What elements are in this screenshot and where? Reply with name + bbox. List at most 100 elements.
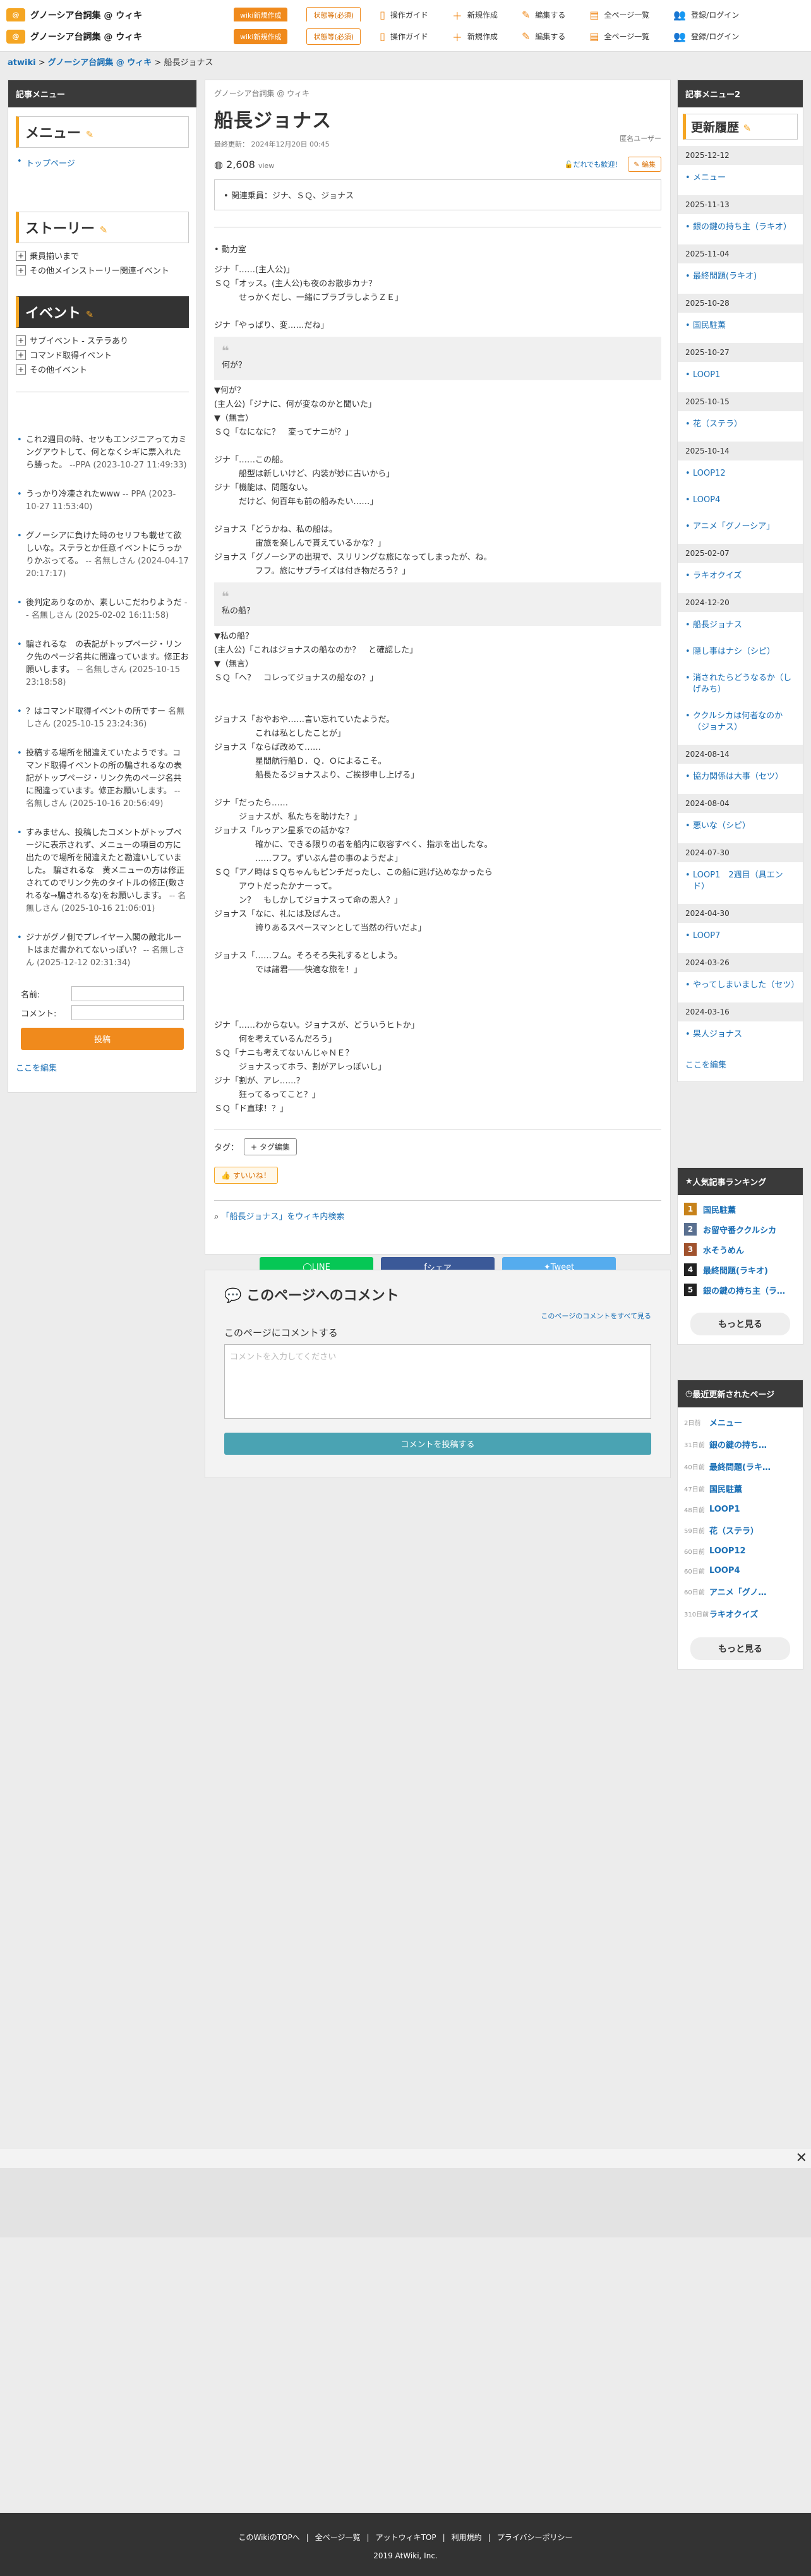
login-link[interactable]: 👥 登録/ログイン (673, 30, 739, 42)
history-date: 2025-10-28 (678, 294, 803, 313)
history-date: 2024-03-16 (678, 1002, 803, 1021)
expand-icon[interactable]: + (16, 335, 26, 346)
all-pages-link[interactable]: ▤ 全ページ一覧 (589, 30, 649, 42)
close-icon[interactable]: ✕ (796, 2150, 807, 2166)
story-item[interactable]: + その他メインストーリー関連イベント (16, 264, 189, 276)
event-heading: イベント ✎ (16, 296, 189, 328)
right-edit-link[interactable]: ここを編集 (685, 1058, 795, 1070)
recent-item[interactable]: 47日前 国民駐薫 (678, 1478, 803, 1500)
history-entry[interactable]: アニメ「グノーシア」 (678, 514, 803, 540)
history-entry[interactable]: ククルシカは何者なのか（ジョナス） (678, 703, 803, 741)
history-entry[interactable]: 隠し事はナシ（シピ） (678, 639, 803, 665)
status-button[interactable]: 状態等(必須) (306, 6, 361, 23)
pencil-icon[interactable]: ✎ (86, 309, 94, 320)
ranking-item[interactable]: 2 お留守番ククルシカ (678, 1219, 803, 1239)
recent-more-button[interactable]: もっと見る (690, 1637, 790, 1660)
expand-icon[interactable]: + (16, 349, 26, 360)
all-pages-link[interactable]: ▤ 全ページ一覧 (589, 9, 649, 21)
recent-item[interactable]: 40日前 最終問題(ラキ… (678, 1455, 803, 1478)
comment-input[interactable] (71, 1005, 184, 1020)
guide-link[interactable]: ▯ 操作ガイド (380, 30, 428, 42)
recent-item[interactable]: 60日前 LOOP4 (678, 1561, 803, 1580)
history-entry[interactable]: LOOP12 (678, 460, 803, 487)
left-edit-link[interactable]: ここを編集 (16, 1061, 189, 1073)
comment-textarea[interactable]: コメントを入力してください (224, 1344, 651, 1419)
recent-item[interactable]: 59日前 花（ステラ） (678, 1519, 803, 1541)
post-button[interactable]: 投稿 (21, 1028, 184, 1050)
new-page-link[interactable]: ＋新規作成 (452, 29, 498, 44)
recent-ago: 310日前 (684, 1611, 709, 1618)
site-logo[interactable]: @ グノーシア台詞集 @ ウィキ (6, 8, 234, 22)
ranking-item[interactable]: 3 水そうめん (678, 1239, 803, 1260)
story-item[interactable]: + 乗員揃いまで (16, 250, 189, 262)
edit-link[interactable]: ✎ 編集する (522, 30, 565, 42)
history-entry[interactable]: メニュー (678, 165, 803, 191)
submit-comment-button[interactable]: コメントを投稿する (224, 1433, 651, 1455)
history-entry[interactable]: 悪いな（シピ） (678, 813, 803, 840)
history-date: 2025-11-13 (678, 195, 803, 214)
site-logo-2[interactable]: @ グノーシア台詞集 @ ウィキ (6, 29, 234, 44)
history-entry[interactable]: 国民駐薫 (678, 313, 803, 339)
status-button[interactable]: 状態等(必須) (306, 28, 361, 45)
help-link[interactable]: 🔓だれでも歓迎！ (565, 159, 622, 169)
expand-icon[interactable]: + (16, 250, 26, 261)
pencil-icon[interactable]: ✎ (100, 224, 108, 236)
expand-icon[interactable]: + (16, 364, 26, 375)
history-entry[interactable]: LOOP4 (678, 487, 803, 514)
recent-item[interactable]: 310日前 ラキオクイズ (678, 1603, 803, 1625)
see-all-comments-link[interactable]: このページのコメントをすべて見る (224, 1311, 651, 1321)
event-item[interactable]: + コマンド取得イベント (16, 349, 189, 361)
history-entry[interactable]: 船長ジョナス (678, 612, 803, 639)
new-wiki-button[interactable]: wiki新規作成 (234, 7, 288, 23)
history-entry[interactable]: 銀の鍵の持ち主（ラキオ） (678, 214, 803, 241)
history-entry[interactable]: 花（ステラ） (678, 411, 803, 438)
new-page-link[interactable]: ＋新規作成 (452, 8, 498, 23)
edit-link[interactable]: ✎ 編集する (522, 9, 565, 21)
guide-link[interactable]: ▯ 操作ガイド (380, 9, 428, 21)
history-entry[interactable]: LOOP7 (678, 923, 803, 949)
recent-item[interactable]: 31日前 銀の鍵の持ち… (678, 1433, 803, 1455)
footer-link[interactable]: 利用規約 (452, 2533, 482, 2542)
author: 匿名ユーザー (620, 135, 661, 143)
wiki-search-link[interactable]: ⌕ 「船長ジョナス」をウィキ内検索 (214, 1200, 661, 1222)
tag-edit-button[interactable]: + タグ編集 (244, 1138, 297, 1155)
history-date: 2024-08-14 (678, 745, 803, 764)
pencil-icon[interactable]: ✎ (86, 129, 94, 140)
event-item[interactable]: + その他イベント (16, 363, 189, 375)
breadcrumb-atwiki[interactable]: atwiki (8, 58, 36, 68)
like-button[interactable]: 👍 すいいね！ (214, 1167, 278, 1184)
recent-item[interactable]: 60日前 LOOP12 (678, 1541, 803, 1561)
expand-icon[interactable]: + (16, 265, 26, 275)
menu-item-top[interactable]: トップページ (16, 157, 189, 169)
footer-link[interactable]: このWikiのTOPへ (239, 2533, 300, 2542)
ranking-item[interactable]: 4 最終問題(ラキオ) (678, 1260, 803, 1280)
login-link[interactable]: 👥 登録/ログイン (673, 9, 739, 21)
name-input[interactable] (71, 986, 184, 1001)
pencil-icon[interactable]: ✎ (743, 123, 752, 134)
footer-link[interactable]: 全ページ一覧 (315, 2533, 361, 2542)
ranking-more-button[interactable]: もっと見る (690, 1313, 790, 1335)
new-wiki-button[interactable]: wiki新規作成 (234, 28, 288, 44)
footer-link[interactable]: プライバシーポリシー (497, 2533, 573, 2542)
ranking-item[interactable]: 5 銀の鍵の持ち主（ラ… (678, 1280, 803, 1300)
history-entry[interactable]: ラキオクイズ (678, 563, 803, 589)
history-entry[interactable]: 協力関係は大事（セツ） (678, 764, 803, 790)
history-date: 2025-10-14 (678, 442, 803, 460)
history-entry[interactable]: LOOP1 (678, 362, 803, 388)
recent-item[interactable]: 60日前 アニメ「グノ… (678, 1580, 803, 1603)
ranking-header: ★ 人気記事ランキング (678, 1168, 803, 1195)
history-entry[interactable]: 消されたらどうなるか（しげみち） (678, 665, 803, 703)
breadcrumb-site[interactable]: グノーシア台詞集 @ ウィキ (48, 58, 152, 68)
edit-button[interactable]: ✎ 編集 (628, 157, 661, 172)
history-entry[interactable]: LOOP1 2週目（具エンド） (678, 862, 803, 900)
footer-link[interactable]: アットウィキTOP (376, 2533, 436, 2542)
recent-item[interactable]: 48日前 LOOP1 (678, 1500, 803, 1519)
history-entry[interactable]: 果人ジョナス (678, 1021, 803, 1048)
ranking-item[interactable]: 1 国民駐薫 (678, 1199, 803, 1219)
history-entry[interactable]: 最終問題(ラキオ) (678, 263, 803, 290)
event-item[interactable]: + サブイベント - ステラあり (16, 334, 189, 346)
left-menu-header: 記事メニュー (8, 80, 196, 107)
recent-item[interactable]: 2日前 メニュー (678, 1411, 803, 1433)
history-entry[interactable]: やってしまいました（セツ） (678, 972, 803, 999)
breadcrumb-current: 船長ジョナス (164, 58, 213, 68)
